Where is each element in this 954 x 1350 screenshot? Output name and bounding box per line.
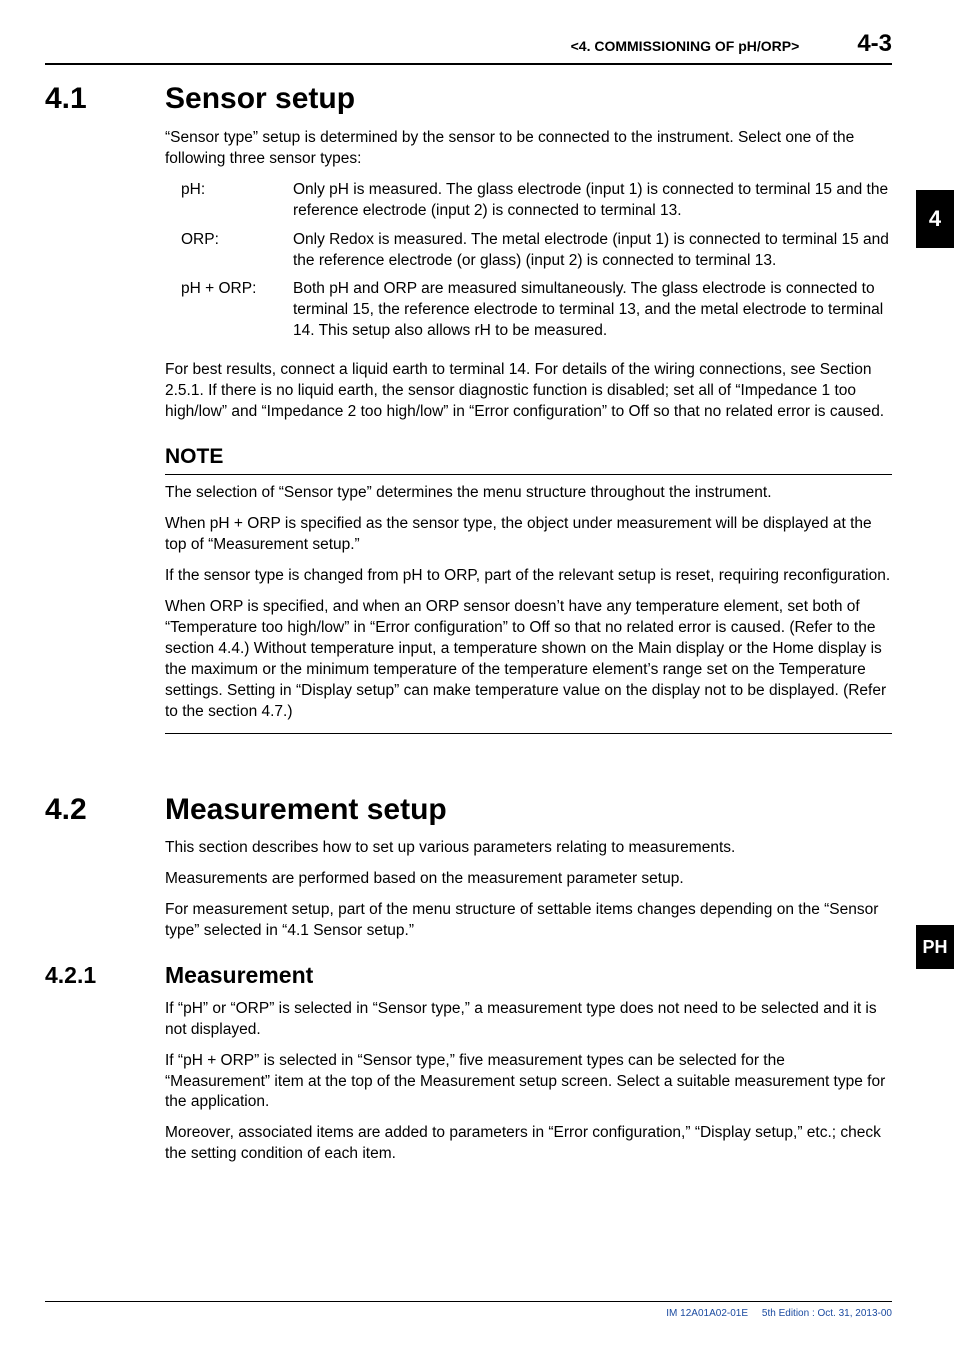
section-4-1-extra: For best results, connect a liquid earth…: [165, 360, 892, 423]
note-heading: NOTE: [165, 443, 892, 475]
note-heading-wrap: NOTE: [165, 443, 892, 475]
page-content: <4. COMMISSIONING OF pH/ORP> 4-3 4.1 Sen…: [45, 28, 892, 1175]
section-title: Sensor setup: [165, 79, 355, 120]
paragraph: Moreover, associated items are added to …: [165, 1123, 892, 1165]
section-4-1-intro: “Sensor type” setup is determined by the…: [165, 128, 892, 170]
subsection-title: Measurement: [165, 960, 313, 991]
def-value: Only Redox is measured. The metal electr…: [293, 230, 892, 272]
def-row-orp: ORP: Only Redox is measured. The metal e…: [165, 230, 892, 272]
section-4-2-1-heading: 4.2.1 Measurement: [45, 960, 892, 991]
paragraph: Measurements are performed based on the …: [165, 869, 892, 890]
page-number: 4-3: [857, 28, 892, 60]
def-key: pH + ORP:: [181, 279, 293, 342]
def-value: Both pH and ORP are measured simultaneou…: [293, 279, 892, 342]
running-title: <4. COMMISSIONING OF pH/ORP>: [571, 37, 800, 56]
footer-edition: 5th Edition : Oct. 31, 2013-00: [762, 1308, 892, 1319]
section-number: 4.2: [45, 790, 165, 831]
paragraph: This section describes how to set up var…: [165, 838, 892, 859]
paragraph: If “pH + ORP” is selected in “Sensor typ…: [165, 1051, 892, 1114]
paragraph: If the sensor type is changed from pH to…: [165, 566, 892, 587]
footer-doc-id: IM 12A01A02-01E: [666, 1308, 748, 1319]
running-header: <4. COMMISSIONING OF pH/ORP> 4-3: [45, 28, 892, 65]
section-4-2-body: This section describes how to set up var…: [165, 838, 892, 942]
def-row-ph-orp: pH + ORP: Both pH and ORP are measured s…: [165, 279, 892, 342]
tab-ph: PH: [916, 925, 954, 969]
paragraph: When pH + ORP is specified as the sensor…: [165, 514, 892, 556]
note-body: The selection of “Sensor type” determine…: [165, 483, 892, 733]
paragraph: For best results, connect a liquid earth…: [165, 360, 892, 423]
def-row-ph: pH: Only pH is measured. The glass elect…: [165, 180, 892, 222]
subsection-number: 4.2.1: [45, 960, 165, 991]
paragraph: If “pH” or “ORP” is selected in “Sensor …: [165, 999, 892, 1041]
section-title: Measurement setup: [165, 790, 447, 831]
tab-chapter-number: 4: [916, 190, 954, 248]
page-footer: IM 12A01A02-01E 5th Edition : Oct. 31, 2…: [45, 1301, 892, 1321]
paragraph: When ORP is specified, and when an ORP s…: [165, 597, 892, 723]
section-4-2-heading: 4.2 Measurement setup: [45, 790, 892, 831]
def-value: Only pH is measured. The glass electrode…: [293, 180, 892, 222]
paragraph: The selection of “Sensor type” determine…: [165, 483, 892, 504]
def-key: ORP:: [181, 230, 293, 272]
section-4-1-heading: 4.1 Sensor setup: [45, 79, 892, 120]
section-number: 4.1: [45, 79, 165, 120]
section-4-2-1-body: If “pH” or “ORP” is selected in “Sensor …: [165, 999, 892, 1165]
paragraph: For measurement setup, part of the menu …: [165, 900, 892, 942]
def-key: pH:: [181, 180, 293, 222]
sensor-type-definitions: pH: Only pH is measured. The glass elect…: [165, 180, 892, 342]
paragraph: “Sensor type” setup is determined by the…: [165, 128, 892, 170]
